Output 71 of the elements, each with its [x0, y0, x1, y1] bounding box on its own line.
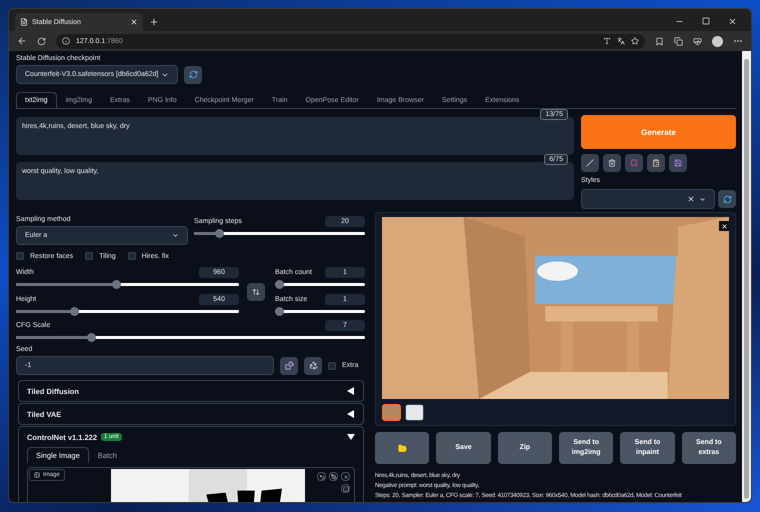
slider-thumb[interactable] [215, 229, 224, 238]
slider[interactable] [275, 283, 365, 286]
clear-icon [687, 195, 695, 203]
swap-icon [252, 288, 260, 296]
close-icon [130, 18, 138, 26]
slider[interactable] [16, 283, 239, 286]
trash-button[interactable] [603, 154, 621, 172]
pencil-icon [586, 159, 594, 167]
page-icon [20, 18, 28, 26]
draw-button[interactable] [329, 472, 338, 481]
chevron-down-icon [172, 232, 179, 239]
pen-icon [330, 474, 336, 480]
slider-thumb[interactable] [87, 333, 96, 342]
clipboard-button[interactable] [647, 154, 665, 172]
recycle-button[interactable] [304, 356, 322, 374]
bookmark-button[interactable] [625, 154, 643, 172]
dice-button[interactable] [280, 356, 298, 374]
slider-thumb[interactable] [70, 307, 78, 316]
heart-pulse-icon [693, 36, 702, 46]
translate-icon [617, 37, 625, 45]
back-icon [17, 36, 27, 46]
star-icon [631, 37, 639, 45]
refresh-icon [188, 70, 198, 79]
info-icon [62, 37, 70, 45]
folder-icon [398, 444, 407, 452]
slider[interactable] [194, 232, 365, 235]
image-icon [34, 472, 40, 478]
refresh-button[interactable] [184, 66, 202, 84]
slider-thumb[interactable] [275, 307, 284, 316]
swap-button[interactable] [247, 283, 265, 301]
undo-icon [318, 474, 324, 480]
recycle-icon [308, 361, 318, 370]
slider[interactable] [16, 310, 239, 313]
checkbox[interactable] [328, 362, 336, 370]
read-aloud-icon [603, 37, 611, 45]
refresh-icon [722, 194, 732, 204]
clipboard-icon [652, 159, 660, 167]
flip-button[interactable] [341, 484, 350, 493]
checkbox[interactable] [85, 252, 94, 260]
slider[interactable] [275, 310, 365, 313]
trash-icon [608, 159, 616, 167]
plus-icon [149, 17, 159, 27]
dice-icon [284, 361, 294, 370]
close-icon [728, 16, 737, 26]
collections-icon [674, 36, 683, 46]
close-icon [720, 222, 728, 230]
favorites-icon [655, 36, 664, 46]
slider-thumb[interactable] [275, 280, 284, 289]
flip-icon [342, 486, 348, 492]
checkbox[interactable] [16, 252, 24, 260]
pencil-button[interactable] [581, 154, 599, 172]
refresh-icon [37, 36, 46, 46]
save-button[interactable] [669, 154, 687, 172]
collapse-arrow-icon [347, 410, 355, 418]
slider[interactable] [16, 336, 365, 339]
folder-button[interactable] [375, 432, 430, 464]
bookmark-icon [630, 159, 638, 167]
refresh-button[interactable] [718, 190, 736, 208]
thumbnail[interactable] [405, 404, 424, 421]
slider-thumb[interactable] [112, 280, 122, 289]
avatar[interactable] [712, 36, 723, 46]
close-button[interactable] [341, 472, 350, 481]
close-icon [342, 474, 348, 480]
expand-arrow-icon [347, 433, 355, 441]
undo-button[interactable] [317, 472, 326, 481]
chevron-down-icon [699, 196, 706, 202]
maximize-icon [702, 17, 710, 25]
checkbox[interactable] [128, 252, 136, 260]
close-button[interactable] [719, 221, 729, 231]
collapse-arrow-icon [347, 387, 355, 395]
thumbnail[interactable] [382, 404, 401, 421]
